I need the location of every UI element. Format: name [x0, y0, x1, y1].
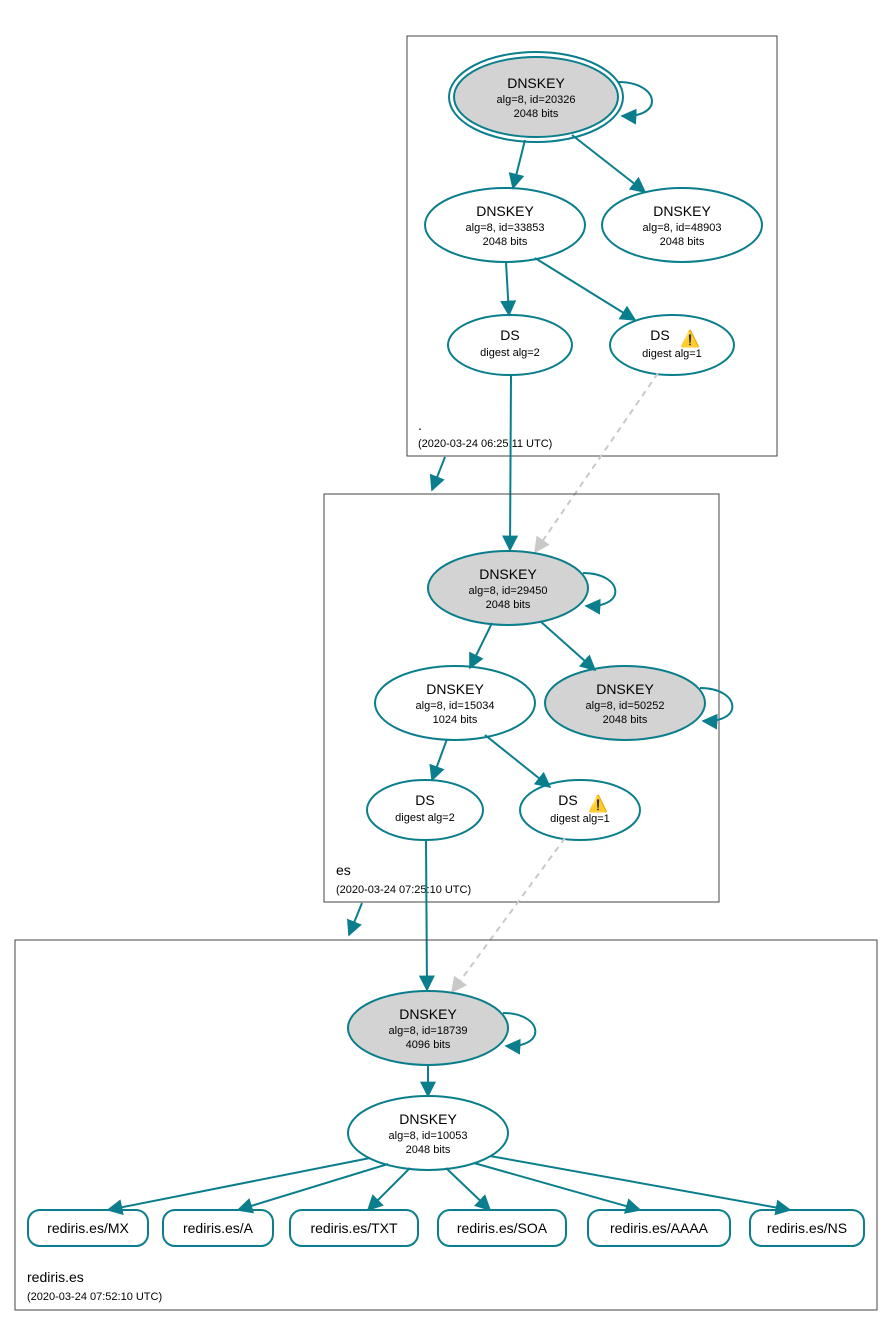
edge-rzsk-ns — [490, 1156, 790, 1210]
svg-text:DNSKEY: DNSKEY — [399, 1111, 457, 1127]
svg-text:rediris.es/TXT: rediris.es/TXT — [310, 1220, 398, 1236]
edge-rootksk-zsk1 — [513, 140, 525, 188]
edge-esksk-eskey2 — [540, 621, 595, 670]
svg-text:2048 bits: 2048 bits — [483, 236, 528, 248]
zone-root: . (2020-03-24 06:25:11 UTC) DNSKEY alg=8… — [407, 36, 777, 456]
svg-text:DNSKEY: DNSKEY — [479, 566, 537, 582]
leaf-aaaa: rediris.es/AAAA — [588, 1210, 730, 1246]
svg-text:2048 bits: 2048 bits — [603, 714, 648, 726]
svg-text:DNSKEY: DNSKEY — [653, 203, 711, 219]
svg-text:DS: DS — [558, 792, 577, 808]
edge-ds2-esksk — [510, 375, 511, 550]
svg-text:DNSKEY: DNSKEY — [507, 75, 565, 91]
svg-text:digest alg=2: digest alg=2 — [395, 812, 455, 824]
node-es-ds2: DS digest alg=2 — [367, 780, 483, 840]
zone-rediris: rediris.es (2020-03-24 07:52:10 UTC) DNS… — [15, 940, 877, 1310]
zone-rediris-ts: (2020-03-24 07:52:10 UTC) — [27, 1291, 162, 1303]
svg-text:2048 bits: 2048 bits — [514, 108, 559, 120]
edge-rootksk-zsk2 — [572, 135, 645, 192]
edge-rzsk-soa — [446, 1168, 490, 1210]
zone-es: es (2020-03-24 07:25:10 UTC) DNSKEY alg=… — [324, 494, 732, 902]
edge-rzsk-a — [238, 1164, 388, 1210]
svg-text:alg=8, id=18739: alg=8, id=18739 — [389, 1025, 468, 1037]
zone-rediris-label: rediris.es — [27, 1269, 84, 1285]
node-root-ksk: DNSKEY alg=8, id=20326 2048 bits — [449, 52, 623, 142]
edge-zsk1-ds1 — [535, 258, 635, 320]
svg-text:DNSKEY: DNSKEY — [476, 203, 534, 219]
zone-root-ts: (2020-03-24 06:25:11 UTC) — [418, 438, 552, 450]
svg-text:1024 bits: 1024 bits — [433, 714, 478, 726]
svg-text:DNSKEY: DNSKEY — [426, 681, 484, 697]
svg-text:digest alg=2: digest alg=2 — [480, 347, 540, 359]
svg-text:alg=8, id=33853: alg=8, id=33853 — [466, 222, 545, 234]
leaf-mx: rediris.es/MX — [28, 1210, 148, 1246]
svg-text:DS: DS — [415, 792, 434, 808]
leaf-ns: rediris.es/NS — [750, 1210, 864, 1246]
leaf-soa: rediris.es/SOA — [438, 1210, 566, 1246]
svg-text:DNSKEY: DNSKEY — [596, 681, 654, 697]
edge-esksk-eszsk — [470, 623, 492, 668]
node-root-ds1: DS ⚠️ digest alg=1 — [610, 315, 734, 375]
edge-rzsk-txt — [368, 1168, 410, 1210]
node-es-ksk: DNSKEY alg=8, id=29450 2048 bits — [428, 551, 588, 625]
warning-icon: ⚠️ — [680, 329, 700, 348]
edge-eszsk-ds2 — [432, 739, 447, 780]
node-rediris-zsk: DNSKEY alg=8, id=10053 2048 bits — [348, 1096, 508, 1170]
svg-text:4096 bits: 4096 bits — [406, 1039, 451, 1051]
edge-zsk1-ds2 — [506, 262, 509, 315]
edge-ds1-esksk — [535, 373, 658, 552]
warning-icon: ⚠️ — [588, 794, 608, 813]
edge-esds1-rksk — [452, 838, 565, 992]
edge-zone-root-es — [432, 457, 445, 490]
node-es-ds1: DS ⚠️ digest alg=1 — [520, 780, 640, 840]
svg-text:digest alg=1: digest alg=1 — [550, 813, 610, 825]
svg-text:DS: DS — [650, 327, 669, 343]
leaf-a: rediris.es/A — [163, 1210, 273, 1246]
leaf-txt: rediris.es/TXT — [290, 1210, 418, 1246]
svg-text:2048 bits: 2048 bits — [406, 1144, 451, 1156]
svg-text:rediris.es/AAAA: rediris.es/AAAA — [610, 1220, 709, 1236]
edge-esds2-rksk — [426, 840, 427, 990]
node-es-key2: DNSKEY alg=8, id=50252 2048 bits — [545, 666, 705, 740]
node-es-zsk: DNSKEY alg=8, id=15034 1024 bits — [375, 666, 535, 740]
svg-text:rediris.es/NS: rediris.es/NS — [767, 1220, 847, 1236]
node-root-ds2: DS digest alg=2 — [448, 315, 572, 375]
zone-es-label: es — [336, 862, 351, 878]
svg-text:alg=8, id=48903: alg=8, id=48903 — [643, 222, 722, 234]
svg-text:rediris.es/A: rediris.es/A — [183, 1220, 254, 1236]
edge-rzsk-mx — [108, 1158, 370, 1210]
svg-text:alg=8, id=15034: alg=8, id=15034 — [416, 700, 495, 712]
svg-text:2048 bits: 2048 bits — [660, 236, 705, 248]
svg-text:rediris.es/MX: rediris.es/MX — [47, 1220, 129, 1236]
edge-zone-es-rediris — [349, 903, 362, 935]
svg-text:2048 bits: 2048 bits — [486, 599, 531, 611]
svg-text:rediris.es/SOA: rediris.es/SOA — [457, 1220, 548, 1236]
node-root-zsk2: DNSKEY alg=8, id=48903 2048 bits — [602, 188, 762, 262]
svg-text:DS: DS — [500, 327, 519, 343]
svg-text:alg=8, id=10053: alg=8, id=10053 — [389, 1130, 468, 1142]
node-rediris-ksk: DNSKEY alg=8, id=18739 4096 bits — [348, 991, 508, 1065]
svg-text:DNSKEY: DNSKEY — [399, 1006, 457, 1022]
svg-text:alg=8, id=50252: alg=8, id=50252 — [586, 700, 665, 712]
edge-eszsk-ds1 — [485, 735, 550, 787]
svg-text:alg=8, id=20326: alg=8, id=20326 — [497, 94, 576, 106]
zone-root-label: . — [418, 417, 422, 433]
edge-rzsk-aaaa — [474, 1163, 640, 1210]
svg-text:digest alg=1: digest alg=1 — [642, 348, 702, 360]
node-root-zsk1: DNSKEY alg=8, id=33853 2048 bits — [425, 188, 585, 262]
svg-text:alg=8, id=29450: alg=8, id=29450 — [469, 585, 548, 597]
zone-es-ts: (2020-03-24 07:25:10 UTC) — [336, 884, 471, 896]
